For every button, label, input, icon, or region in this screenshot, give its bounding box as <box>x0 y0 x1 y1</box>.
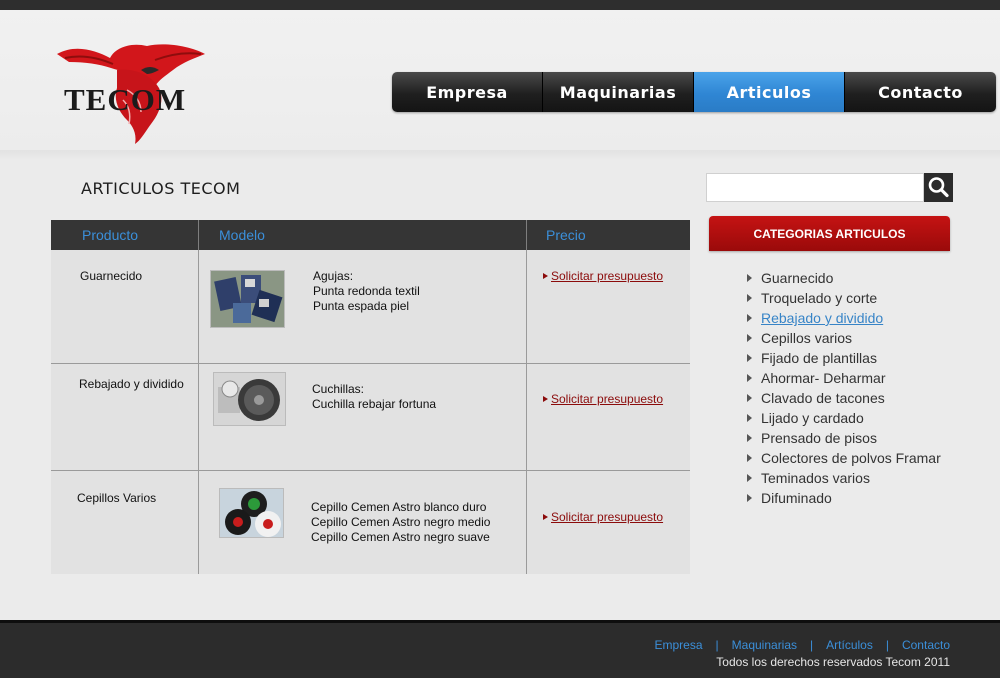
category-item-colectores[interactable]: Colectores de polvos Framar <box>747 448 941 468</box>
triangle-right-icon <box>747 414 752 422</box>
categories-list: Guarnecido Troquelado y corte Rebajado y… <box>747 268 941 508</box>
header-precio: Precio <box>546 227 586 243</box>
footer-link-maquinarias[interactable]: Maquinarias <box>732 638 797 652</box>
header-modelo: Modelo <box>219 227 265 243</box>
arrow-icon <box>543 273 548 279</box>
footer-link-articulos[interactable]: Artículos <box>826 638 873 652</box>
triangle-right-icon <box>747 294 752 302</box>
category-item-fijado[interactable]: Fijado de plantillas <box>747 348 941 368</box>
nav-item-maquinarias[interactable]: Maquinarias <box>543 72 694 112</box>
footer-link-contacto[interactable]: Contacto <box>902 638 950 652</box>
triangle-right-icon <box>747 394 752 402</box>
category-item-guarnecido[interactable]: Guarnecido <box>747 268 941 288</box>
main-nav: Empresa Maquinarias Articulos Contacto <box>392 72 996 112</box>
category-item-ahormar[interactable]: Ahormar- Deharmar <box>747 368 941 388</box>
copyright-text: Todos los derechos reservados Tecom 2011 <box>716 655 950 669</box>
category-item-difuminado[interactable]: Difuminado <box>747 488 941 508</box>
header-producto: Producto <box>82 227 139 243</box>
category-item-clavado[interactable]: Clavado de tacones <box>747 388 941 408</box>
triangle-right-icon <box>747 374 752 382</box>
product-image-cuchillas[interactable] <box>213 372 286 426</box>
products-table: Producto Modelo Precio Guarnecido Agujas… <box>51 220 690 574</box>
model-description: Agujas: Punta redonda textil Punta espad… <box>313 269 420 313</box>
triangle-right-icon <box>747 274 752 282</box>
triangle-right-icon <box>747 434 752 442</box>
product-name: Cepillos Varios <box>77 491 157 505</box>
category-item-terminados[interactable]: Teminados varios <box>747 468 941 488</box>
request-quote-link[interactable]: Solicitar presupuesto <box>543 510 663 524</box>
request-quote-link[interactable]: Solicitar presupuesto <box>543 392 663 406</box>
category-item-lijado[interactable]: Lijado y cardado <box>747 408 941 428</box>
triangle-right-icon <box>747 454 752 462</box>
brand-name: TECOM <box>64 82 187 117</box>
request-quote-link[interactable]: Solicitar presupuesto <box>543 269 663 283</box>
model-description: Cepillo Cemen Astro blanco duro Cepillo … <box>311 500 491 544</box>
table-row: Guarnecido Agujas: Punta redonda textil … <box>51 250 690 364</box>
table-body: Guarnecido Agujas: Punta redonda textil … <box>51 250 690 574</box>
tecom-logo[interactable]: TECOM <box>55 40 207 146</box>
triangle-right-icon <box>747 494 752 502</box>
triangle-right-icon <box>747 354 752 362</box>
triangle-right-icon <box>747 334 752 342</box>
model-description: Cuchillas: Cuchilla rebajar fortuna <box>312 382 437 411</box>
category-item-cepillos[interactable]: Cepillos varios <box>747 328 941 348</box>
top-bar <box>0 0 1000 10</box>
search-icon <box>928 177 949 198</box>
nav-item-contacto[interactable]: Contacto <box>845 72 996 112</box>
nav-item-empresa[interactable]: Empresa <box>392 72 543 112</box>
search-input[interactable] <box>706 173 924 202</box>
product-name: Rebajado y dividido <box>79 377 184 391</box>
triangle-right-icon <box>747 314 752 322</box>
arrow-icon <box>543 514 548 520</box>
page-title: ARTICULOS TECOM <box>81 179 241 198</box>
table-row: Cepillos Varios Cepillo Cemen Astro blan… <box>51 471 690 574</box>
triangle-right-icon <box>747 474 752 482</box>
table-header: Producto Modelo Precio <box>51 220 690 250</box>
product-name: Guarnecido <box>80 269 143 283</box>
product-image-cepillos[interactable] <box>219 488 284 538</box>
nav-item-articulos[interactable]: Articulos <box>694 72 845 112</box>
footer: Empresa | Maquinarias | Artículos | Contacto T… <box>0 623 1000 678</box>
category-item-rebajado[interactable]: Rebajado y dividido <box>747 308 941 328</box>
category-item-troquelado[interactable]: Troquelado y corte <box>747 288 941 308</box>
table-row: Rebajado y dividido Cuchillas: Cuchilla … <box>51 364 690 471</box>
category-item-prensado[interactable]: Prensado de pisos <box>747 428 941 448</box>
footer-link-empresa[interactable]: Empresa <box>655 638 703 652</box>
arrow-icon <box>543 396 548 402</box>
categories-header: CATEGORIAS ARTICULOS <box>709 216 950 251</box>
search-button[interactable] <box>924 173 953 202</box>
footer-nav: Empresa | Maquinarias | Artículos | Contacto <box>654 638 951 652</box>
product-image-agujas[interactable] <box>210 270 285 328</box>
